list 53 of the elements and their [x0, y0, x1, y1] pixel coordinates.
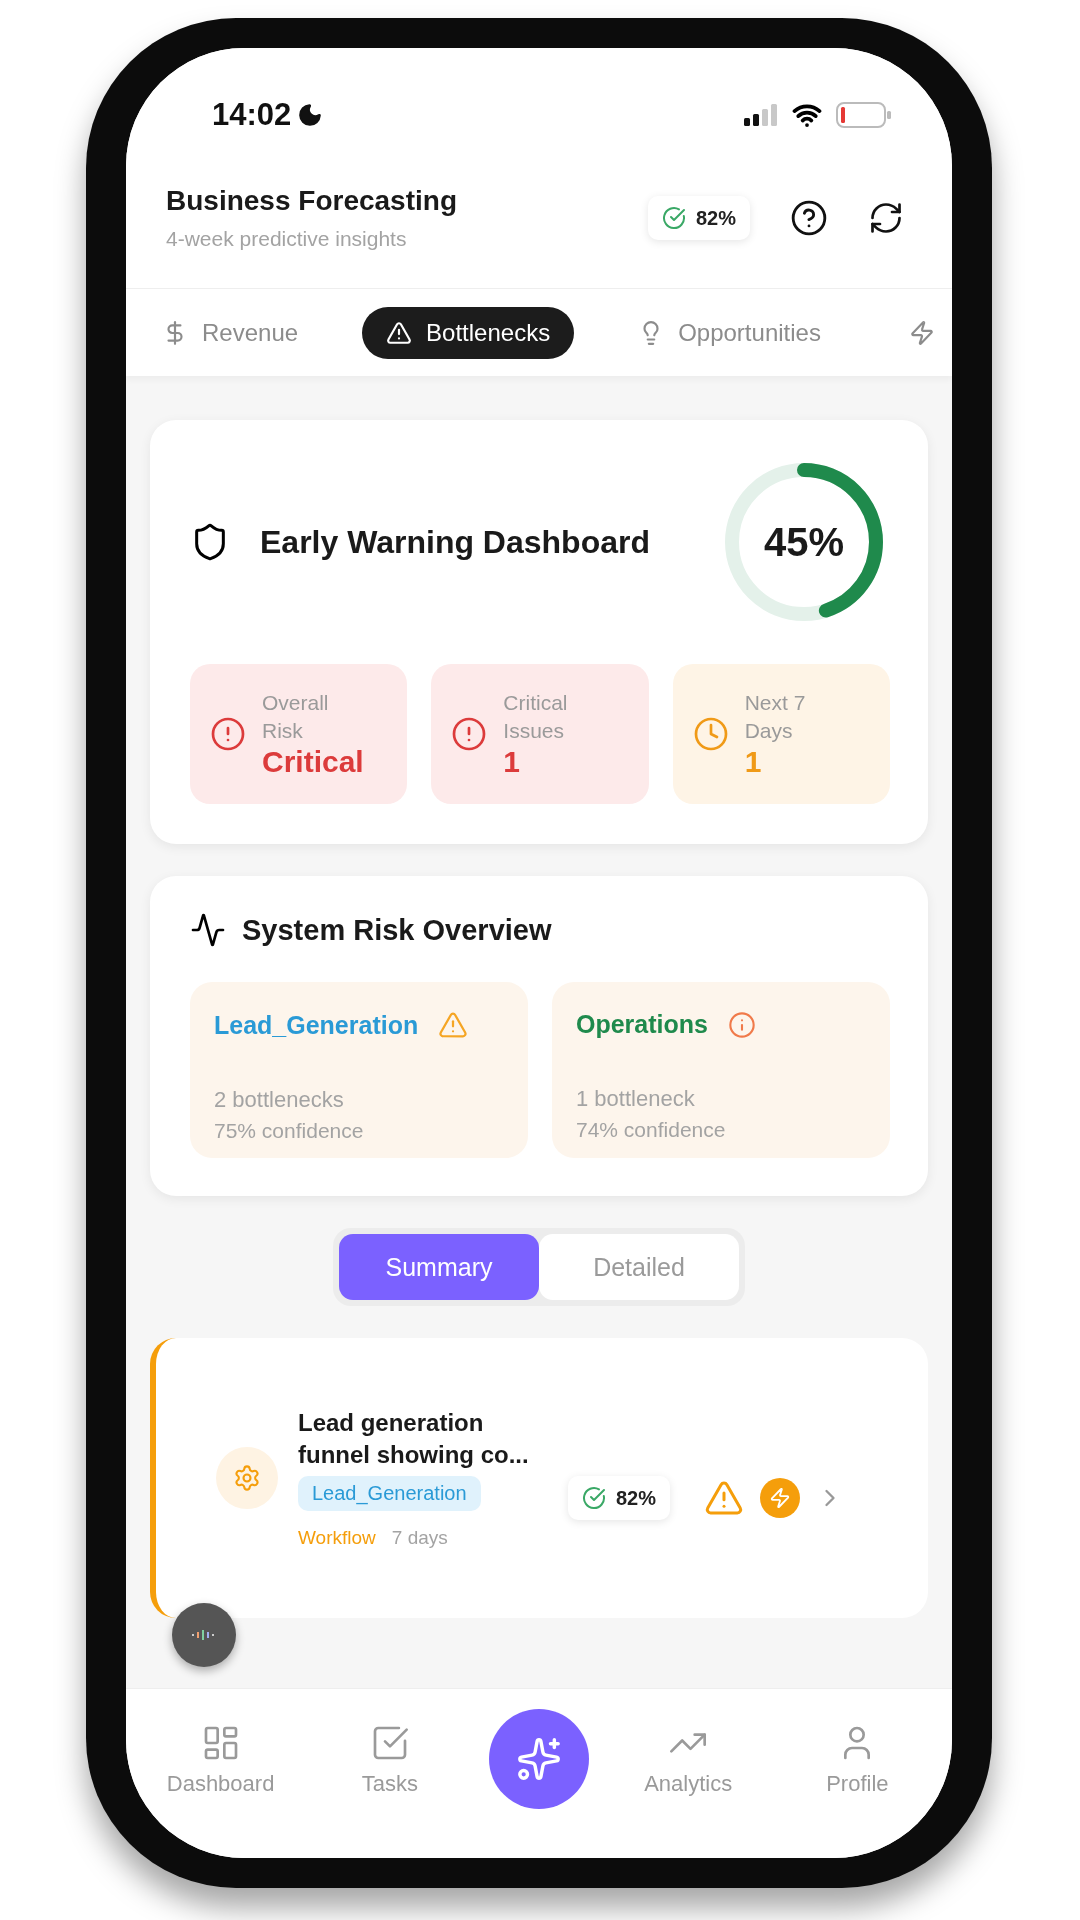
- lightning-badge: [760, 1478, 801, 1518]
- metric-label: Critical Issues: [503, 689, 569, 744]
- view-option[interactable]: Detailed: [539, 1234, 739, 1300]
- check-circle-icon: [661, 206, 686, 230]
- item-timeframe: 7 days: [391, 1526, 448, 1549]
- card-title: System Risk Overview: [242, 913, 552, 947]
- item-tag: Lead_Generation: [298, 1475, 481, 1511]
- status-time: 14:02: [212, 97, 292, 133]
- voice-button[interactable]: [172, 1603, 236, 1667]
- lightning-icon: [908, 319, 935, 346]
- metric-value: 1: [503, 745, 521, 780]
- pulse-icon: [190, 912, 226, 948]
- card-title: Early Warning Dashboard: [260, 523, 650, 561]
- category-tab[interactable]: Bottlenecks: [362, 306, 575, 359]
- accuracy-value: 82%: [695, 206, 736, 230]
- battery-icon: [836, 102, 892, 128]
- gauge-value: 45%: [763, 519, 845, 565]
- metric-label: Next 7 Days: [744, 689, 807, 744]
- page-title: Business Forecasting: [166, 185, 457, 217]
- item-title: Lead generation funnel showing co...: [298, 1408, 530, 1470]
- item-category: Workflow: [298, 1526, 376, 1549]
- confidence-text: 74% confidence: [576, 1116, 727, 1143]
- nav-item[interactable]: Tasks: [319, 1709, 460, 1797]
- confidence-value: 82%: [616, 1486, 657, 1510]
- nav-item[interactable]: Profile: [787, 1709, 928, 1797]
- view-option[interactable]: Summary: [339, 1234, 539, 1300]
- area-name: Operations: [576, 1010, 708, 1039]
- signal-icon: [744, 104, 778, 126]
- clock-icon: [692, 716, 729, 752]
- bottleneck-item[interactable]: Lead generation funnel showing co... Lead_Generation Workflow 7 days 82%: [150, 1338, 928, 1618]
- nav-item[interactable]: Analytics: [618, 1709, 759, 1797]
- category-tab[interactable]: Revenue: [138, 306, 323, 359]
- bottleneck-count: 2 bottlenecks: [214, 1086, 345, 1114]
- confidence-text: 75% confidence: [214, 1117, 365, 1144]
- moon-icon: [297, 102, 324, 128]
- warning-icon: [386, 319, 413, 346]
- nav-item[interactable]: Dashboard: [150, 1709, 291, 1797]
- alert-circle-icon: [451, 716, 488, 752]
- metric-value: 1: [744, 745, 763, 780]
- metric-label: Overall Risk: [262, 689, 330, 744]
- warning-icon: [438, 1010, 469, 1040]
- sparkle-icon: [515, 1736, 562, 1782]
- check-circle-icon: [582, 1486, 606, 1510]
- help-button[interactable]: [790, 199, 828, 237]
- metric-value: Critical: [262, 745, 364, 780]
- area-name: Lead_Generation: [214, 1010, 419, 1040]
- category-tab[interactable]: Opportunities: [614, 306, 845, 359]
- info-icon: [728, 1010, 756, 1039]
- alert-circle-icon: [210, 716, 246, 752]
- page-subtitle: 4-week predictive insights: [166, 227, 408, 251]
- waveform-icon: [191, 1629, 217, 1641]
- refresh-button[interactable]: [868, 200, 904, 236]
- bottleneck-count: 1 bottleneck: [576, 1085, 696, 1113]
